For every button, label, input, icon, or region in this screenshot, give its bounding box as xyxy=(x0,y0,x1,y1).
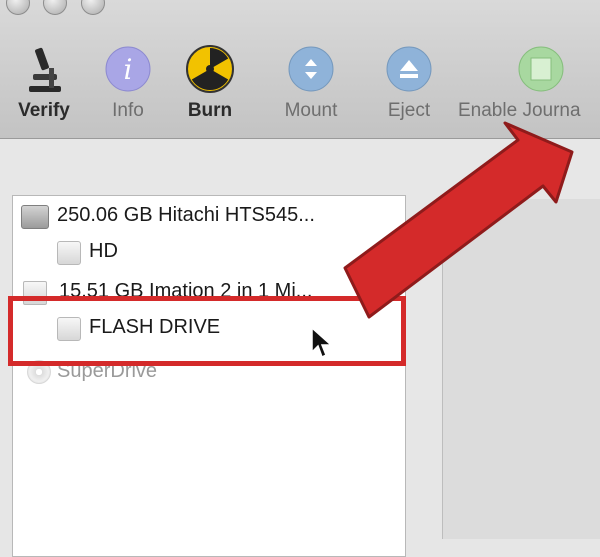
highlight-box xyxy=(8,296,406,366)
hard-disk-icon xyxy=(21,205,49,229)
burn-button[interactable]: Burn xyxy=(178,44,242,122)
verify-button[interactable]: Verify xyxy=(14,44,74,122)
info-label: Info xyxy=(112,100,144,121)
disk-label: 250.06 GB Hitachi HTS545... xyxy=(57,204,315,226)
mount-icon xyxy=(286,44,336,94)
list-item-hd-volume[interactable]: HD xyxy=(13,236,405,268)
details-pane xyxy=(442,199,600,539)
enable-journaling-icon xyxy=(516,44,566,94)
disk-list-sidebar: 250.06 GB Hitachi HTS545... HD 15.51 GB … xyxy=(12,195,406,557)
enable-journaling-label: Enable Journa xyxy=(458,100,581,121)
volume-label: HD xyxy=(89,240,118,262)
eject-icon xyxy=(384,44,434,94)
burn-label: Burn xyxy=(187,100,233,121)
svg-text:i: i xyxy=(124,53,133,86)
eject-button[interactable]: Eject xyxy=(380,44,438,122)
mouse-cursor-icon xyxy=(311,326,333,359)
list-item-hitachi-disk[interactable]: 250.06 GB Hitachi HTS545... xyxy=(13,200,405,232)
toolbar: Verify i Info Burn Mount Eject Enable Jo… xyxy=(0,0,600,139)
verify-label: Verify xyxy=(18,100,70,121)
info-button[interactable]: i Info xyxy=(100,44,156,122)
microscope-icon xyxy=(19,44,69,94)
volume-icon xyxy=(57,241,81,265)
mount-label: Mount xyxy=(284,100,338,121)
zoom-window-button[interactable] xyxy=(81,0,105,15)
close-window-button[interactable] xyxy=(6,0,30,15)
eject-label: Eject xyxy=(387,100,431,121)
mount-button[interactable]: Mount xyxy=(276,44,346,122)
radiation-icon xyxy=(185,44,235,94)
info-icon: i xyxy=(103,44,153,94)
enable-journaling-button[interactable]: Enable Journa xyxy=(458,44,600,122)
minimize-window-button[interactable] xyxy=(43,0,67,15)
